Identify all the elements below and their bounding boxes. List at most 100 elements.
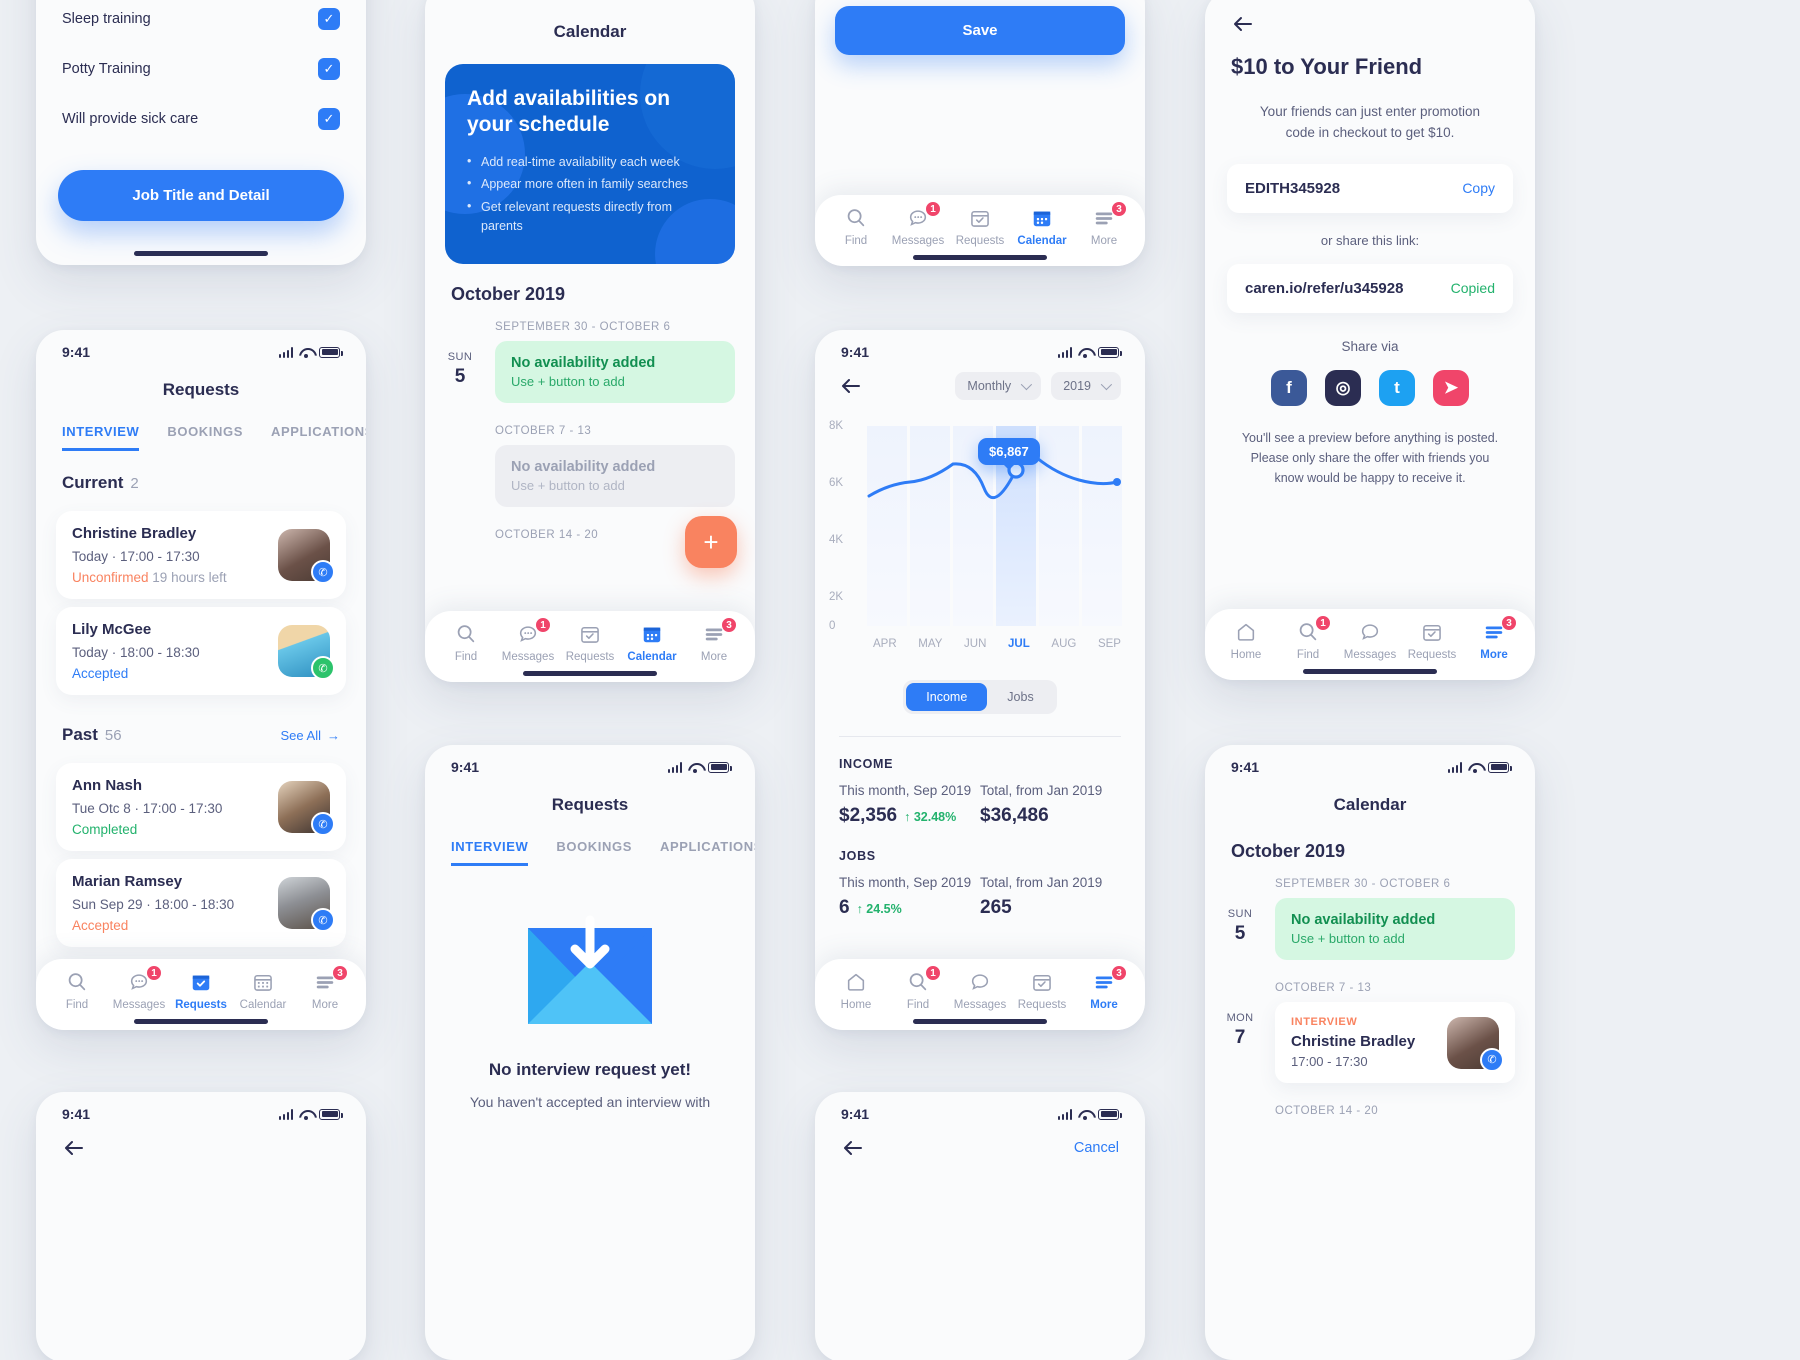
chat-icon[interactable]: ✆	[311, 656, 335, 680]
availability-slot[interactable]: No availability added Use + button to ad…	[495, 444, 735, 507]
checkbox-row[interactable]: Potty Training ✓	[36, 44, 366, 94]
back-arrow-icon[interactable]	[841, 1136, 865, 1160]
request-status: Unconfirmed 19 hours left	[72, 570, 227, 585]
tabbar-item-calendar[interactable]: Calendar	[1013, 207, 1071, 247]
tabbar-item-messages[interactable]: 1 Messages	[889, 201, 947, 247]
request-card[interactable]: Lily McGee Today · 18:00 - 18:30 Accepte…	[56, 607, 346, 695]
bottom-tabbar: Find 1 Messages Requests Calendar 3 More	[425, 611, 755, 682]
tabbar-label: Calendar	[1017, 235, 1067, 247]
request-status: Accepted	[72, 666, 129, 681]
requests-tabs: INTERVIEW BOOKINGS APPLICATIONS	[425, 821, 755, 866]
tabbar-item-find[interactable]: 1 Find	[1279, 615, 1337, 661]
instagram-icon[interactable]: ◎	[1325, 369, 1361, 406]
tabbar-item-home[interactable]: Home	[827, 971, 885, 1011]
cancel-button[interactable]: Cancel	[1074, 1140, 1119, 1156]
promo-card[interactable]: Add availabilities on your schedule Add …	[445, 64, 735, 264]
status-bar: 9:41	[425, 745, 755, 779]
tabbar-item-more[interactable]: 3 More	[1075, 201, 1133, 247]
day-column: SUN 5	[425, 341, 495, 388]
back-arrow-icon[interactable]	[62, 1136, 86, 1160]
status-time: 9:41	[1231, 759, 1260, 775]
see-all-button[interactable]: See All →	[281, 728, 340, 743]
calendar-check-icon	[1423, 624, 1441, 641]
availability-slot[interactable]: No availability added Use + button to ad…	[1275, 898, 1515, 960]
request-card[interactable]: Marian Ramsey Sun Sep 29 · 18:00 - 18:30…	[56, 859, 346, 947]
tabbar-item-requests[interactable]: Requests	[1403, 621, 1461, 661]
checkbox-row[interactable]: Will provide sick care ✓	[36, 94, 366, 144]
tab-bookings[interactable]: BOOKINGS	[556, 839, 632, 866]
tabbar-label: Messages	[953, 999, 1007, 1011]
y-tick: 4K	[829, 534, 844, 546]
tabbar-item-more[interactable]: 3 More	[296, 965, 354, 1011]
add-availability-fab[interactable]: +	[685, 516, 737, 568]
tabbar-item-home[interactable]: Home	[1217, 621, 1275, 661]
checkbox-check-icon[interactable]: ✓	[318, 108, 340, 130]
tabbar-label: Messages	[891, 235, 945, 247]
tab-interview[interactable]: INTERVIEW	[451, 839, 529, 866]
period-select[interactable]: Monthly	[955, 372, 1042, 400]
request-time: Sun Sep 29 · 18:00 - 18:30	[72, 897, 235, 912]
tabbar-item-messages[interactable]: 1 Messages	[110, 965, 168, 1011]
share-link-field[interactable]: caren.io/refer/u345928 Copied	[1227, 263, 1513, 313]
tabbar-item-find[interactable]: 1 Find	[889, 965, 947, 1011]
badge: 3	[721, 617, 737, 633]
tabbar-item-messages[interactable]: 1 Messages	[499, 617, 557, 663]
week-range-label: SEPTEMBER 30 - OCTOBER 6	[1275, 878, 1451, 890]
status-time: 9:41	[62, 344, 91, 360]
tab-interview[interactable]: INTERVIEW	[62, 424, 140, 451]
tabbar-item-messages[interactable]: Messages	[951, 971, 1009, 1011]
tabbar-label: Find	[1296, 649, 1320, 661]
tab-bookings[interactable]: BOOKINGS	[167, 424, 243, 451]
tabbar-item-requests[interactable]: Requests	[951, 207, 1009, 247]
search-icon	[457, 625, 475, 643]
tabbar-label: Requests	[565, 651, 615, 663]
segment-income[interactable]: Income	[906, 683, 988, 711]
referral-subtitle: Your friends can just enter promotion co…	[1259, 104, 1481, 140]
call-icon[interactable]: ✆	[311, 812, 335, 836]
segment-jobs[interactable]: Jobs	[987, 683, 1053, 711]
save-button[interactable]: Save	[835, 6, 1125, 55]
tabbar-item-more[interactable]: 3 More	[1075, 965, 1133, 1011]
tabbar-item-requests[interactable]: Requests	[172, 971, 230, 1011]
tabbar-item-find[interactable]: Find	[48, 971, 106, 1011]
tabbar-item-more[interactable]: 3 More	[685, 617, 743, 663]
tabbar-item-find[interactable]: Find	[827, 207, 885, 247]
request-card[interactable]: Ann Nash Tue Otc 8 · 17:00 - 17:30 Compl…	[56, 763, 346, 851]
interview-name: Christine Bradley	[1291, 1033, 1416, 1050]
slot-title: No availability added	[1291, 912, 1436, 928]
request-card[interactable]: Christine Bradley Today · 17:00 - 17:30 …	[56, 511, 346, 599]
back-arrow-icon[interactable]	[839, 374, 863, 398]
tabbar-item-messages[interactable]: Messages	[1341, 621, 1399, 661]
avatar: ✆	[278, 625, 335, 680]
tab-applications[interactable]: APPLICATIONS	[660, 839, 755, 866]
year-select[interactable]: 2019	[1051, 372, 1121, 400]
tabbar-item-find[interactable]: Find	[437, 623, 495, 663]
call-icon[interactable]: ✆	[311, 908, 335, 932]
tab-applications[interactable]: APPLICATIONS	[271, 424, 366, 451]
stat-label: This month, Sep 2019	[839, 783, 972, 798]
checkbox-check-icon[interactable]: ✓	[318, 58, 340, 80]
job-title-detail-button[interactable]: Job Title and Detail	[58, 170, 344, 221]
call-icon[interactable]: ✆	[311, 560, 335, 584]
or-share-label: or share this link:	[1320, 232, 1420, 248]
telegram-icon[interactable]: ➤	[1433, 369, 1469, 406]
calendar-day-row: SUN 5 No availability added Use + button…	[425, 340, 755, 403]
promo-code-field[interactable]: EDITH345928 Copy	[1227, 163, 1513, 213]
tabbar-item-requests[interactable]: Requests	[561, 623, 619, 663]
referral-note: You'll see a preview before anything is …	[1241, 430, 1499, 485]
back-arrow-icon[interactable]	[1231, 12, 1255, 36]
call-icon[interactable]: ✆	[1480, 1047, 1504, 1072]
checkbox-row[interactable]: Sleep training ✓	[36, 0, 366, 44]
tabbar-item-calendar[interactable]: Calendar	[234, 971, 292, 1011]
current-label: Current	[62, 473, 124, 492]
checkbox-check-icon[interactable]: ✓	[318, 8, 340, 30]
interview-slot[interactable]: INTERVIEW Christine Bradley 17:00 - 17:3…	[1275, 1002, 1515, 1083]
tabbar-item-requests[interactable]: Requests	[1013, 971, 1071, 1011]
twitter-icon[interactable]: t	[1379, 369, 1415, 406]
tabbar-item-calendar[interactable]: Calendar	[623, 623, 681, 663]
tabbar-item-more[interactable]: 3 More	[1465, 615, 1523, 661]
facebook-icon[interactable]: f	[1271, 369, 1307, 406]
copy-button[interactable]: Copy	[1462, 180, 1495, 196]
day-number: 7	[1234, 1027, 1246, 1048]
availability-slot[interactable]: No availability added Use + button to ad…	[495, 340, 735, 403]
